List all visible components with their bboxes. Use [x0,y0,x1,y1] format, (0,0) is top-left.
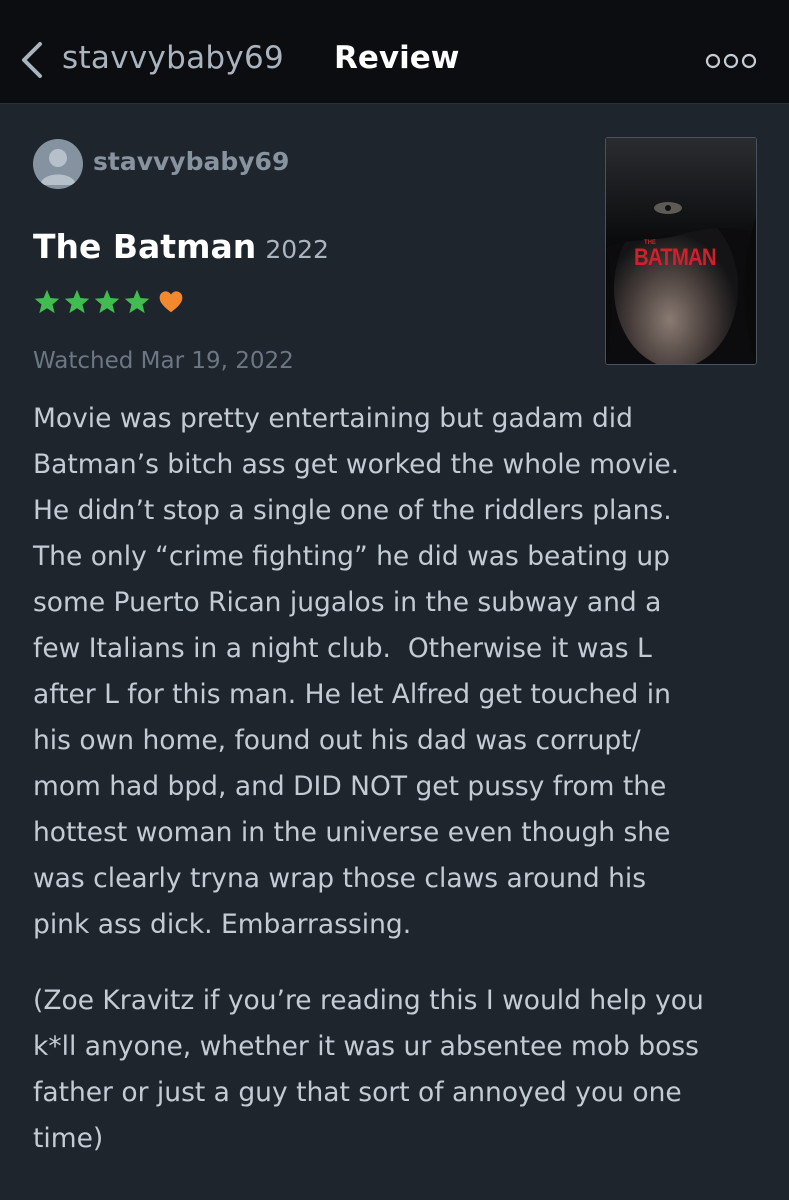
poster-title: BATMAN [634,244,717,271]
avatar[interactable] [33,139,83,189]
film-title[interactable]: The Batman [33,227,256,266]
top-navigation-bar: stavvybaby69 Review [0,0,789,104]
review-line: The only “crime fighting” he did was bea… [33,541,670,572]
review-line: hottest woman in the universe even thoug… [33,817,671,848]
heart-icon [159,291,183,313]
review-line: pink ass dick. Embarrassing. [33,909,412,940]
review-line: after L for this man. He let Alfred get … [33,679,671,710]
review-line: He didn’t stop a single one of the riddl… [33,495,672,526]
review-line: Movie was pretty entertaining but gadam … [33,403,633,434]
star-icon [64,289,90,314]
more-dots-icon[interactable] [705,52,757,70]
star-icon [94,289,120,314]
review-line: father or just a guy that sort of annoye… [33,1077,682,1108]
review-line: Batman’s bitch ass get worked the whole … [33,449,680,480]
star-icon [124,289,150,314]
review-line: some Puerto Rican jugalos in the subway … [33,587,662,618]
film-heading: The Batman 2022 [33,227,329,266]
review-body: Movie was pretty entertaining but gadam … [33,396,773,1162]
watched-date: Watched Mar 19, 2022 [33,348,294,374]
chevron-left-icon[interactable] [18,40,48,80]
review-author[interactable]: stavvybaby69 [93,147,289,176]
page-title: Review [334,40,460,76]
review-line: was clearly tryna wrap those claws aroun… [33,863,647,894]
film-poster[interactable]: THE BATMAN [605,137,757,365]
star-icon [34,289,60,314]
review-line: time) [33,1123,104,1154]
review-line: k*ll anyone, whether it was ur absentee … [33,1031,699,1062]
review-line: few Italians in a night club. Otherwise … [33,633,652,664]
nav-username-link[interactable]: stavvybaby69 [62,40,284,76]
user-placeholder-icon [40,149,76,185]
review-line: his own home, found out his dad was corr… [33,725,641,756]
review-line: (Zoe Kravitz if you’re reading this I wo… [33,985,704,1016]
film-year[interactable]: 2022 [265,235,329,264]
review-line: mom had bpd, and DID NOT get pussy from … [33,771,667,802]
